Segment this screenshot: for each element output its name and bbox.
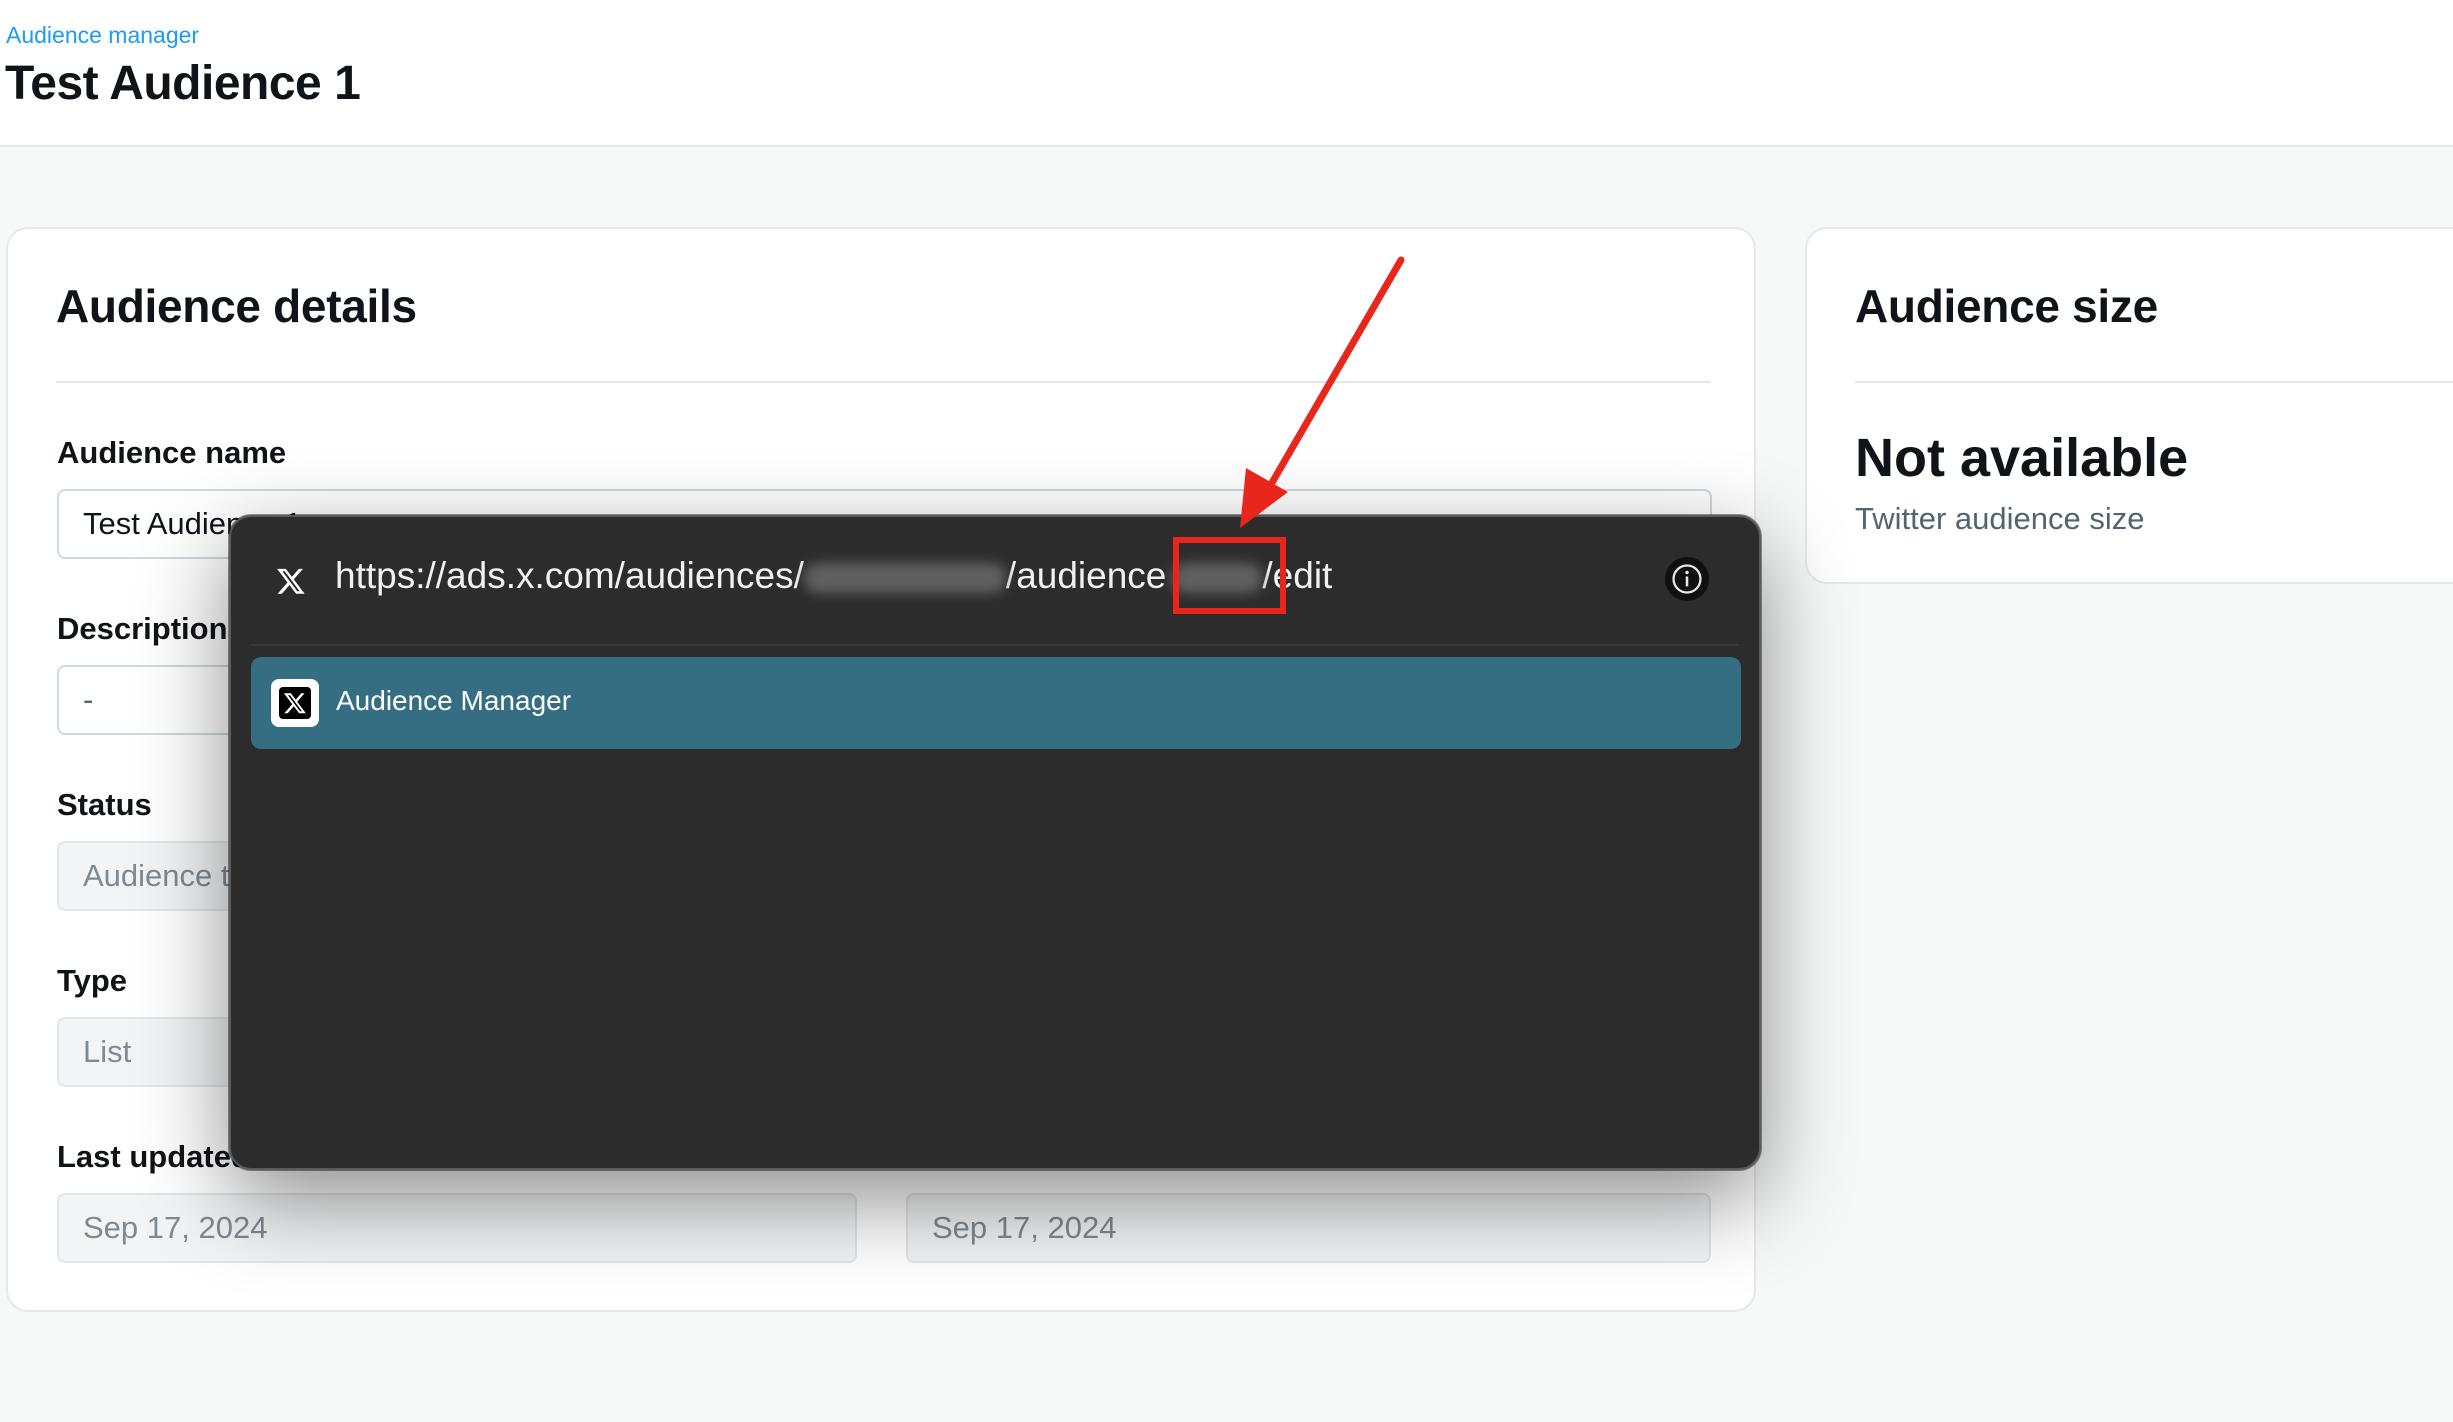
annotation-arrow bbox=[1240, 256, 1405, 528]
